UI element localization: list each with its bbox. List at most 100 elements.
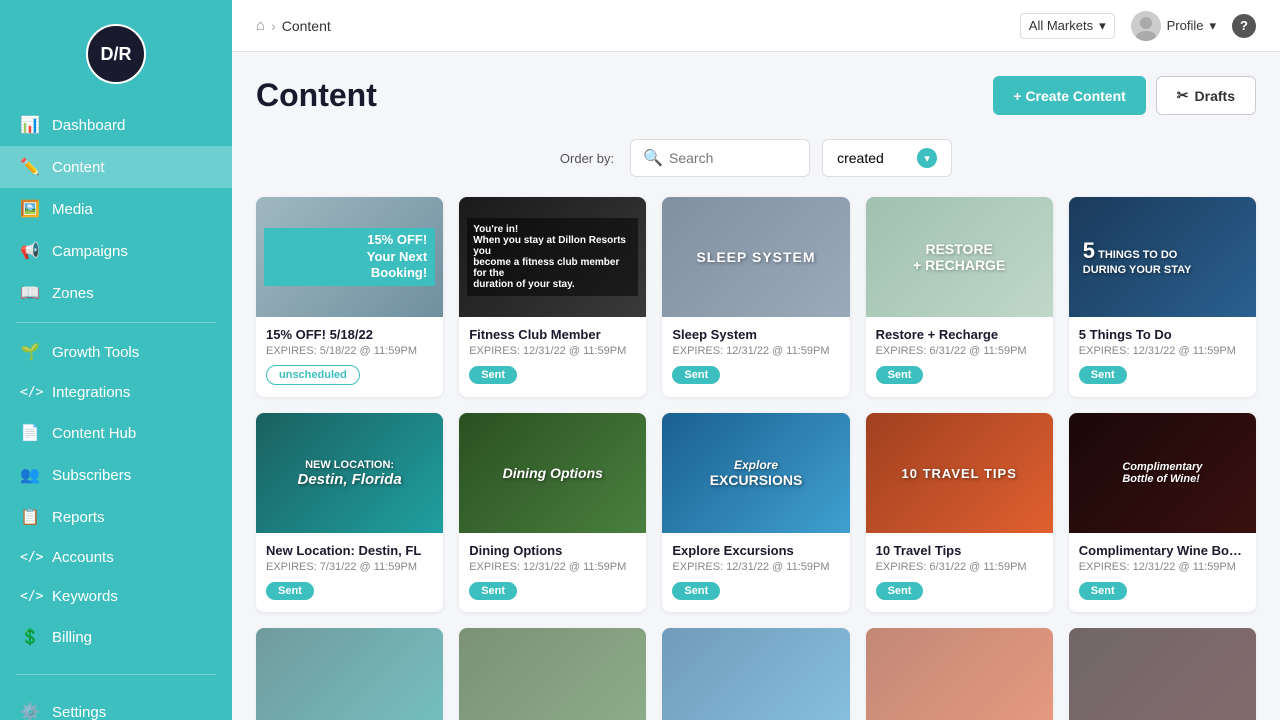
help-button[interactable]: ? — [1232, 14, 1256, 38]
content-card[interactable]: RESTORE+ RECHARGE Restore + Recharge EXP… — [866, 197, 1053, 397]
card-badge[interactable]: Sent — [469, 366, 517, 384]
zones-icon: 📖 — [20, 283, 40, 303]
card-thumbnail: SLEEP SYSTEM — [662, 197, 849, 317]
thumb-overlay: You're in!When you stay at Dillon Resort… — [459, 197, 646, 317]
breadcrumb-chevron: › — [271, 18, 276, 34]
card-body: 5 Things To Do EXPIRES: 12/31/22 @ 11:59… — [1069, 317, 1256, 396]
content-hub-icon: 📄 — [20, 423, 40, 443]
sidebar-item-label: Content Hub — [52, 425, 136, 442]
profile-button[interactable]: Profile ▾ — [1131, 11, 1216, 41]
sidebar-item-content[interactable]: ✏️ Content — [0, 146, 232, 188]
content-card[interactable]: 10 Travel Tips EXPIRES: 6/31/22 @ 11:59P… — [866, 628, 1053, 720]
sidebar-item-label: Campaigns — [52, 243, 128, 260]
content-card[interactable]: 5 THINGS TO DODURING YOUR STAY 5 Things … — [1069, 197, 1256, 397]
logo-circle: D/R — [86, 24, 146, 84]
create-content-button[interactable]: + Create Content — [993, 76, 1145, 115]
content-card[interactable]: Explore Excursions EXPIRES: 12/31/22 @ 1… — [662, 628, 849, 720]
avatar — [1131, 11, 1161, 41]
sidebar-bottom: ⚙️ Settings — [0, 683, 232, 720]
thumb-overlay: ExploreEXCURSIONS — [662, 413, 849, 533]
sidebar-item-content-hub[interactable]: 📄 Content Hub — [0, 412, 232, 454]
card-body: Restore + Recharge EXPIRES: 6/31/22 @ 11… — [866, 317, 1053, 396]
sidebar-item-zones[interactable]: 📖 Zones — [0, 272, 232, 314]
card-title: Sleep System — [672, 327, 839, 342]
card-thumbnail: 5 THINGS TO DODURING YOUR STAY — [1069, 197, 1256, 317]
content-card[interactable]: Dining Options EXPIRES: 12/31/22 @ 11:59… — [459, 628, 646, 720]
content-card[interactable]: New Location: Destin, FL EXPIRES: 7/31/2… — [256, 628, 443, 720]
content-card[interactable]: 10 TRAVEL TIPS 10 Travel Tips EXPIRES: 6… — [866, 413, 1053, 612]
card-badge[interactable]: Sent — [876, 366, 924, 384]
card-expires: EXPIRES: 12/31/22 @ 11:59PM — [469, 345, 636, 357]
search-icon: 🔍 — [643, 148, 663, 168]
home-icon[interactable]: ⌂ — [256, 17, 265, 34]
growth-tools-icon: 🌱 — [20, 342, 40, 362]
card-badge[interactable]: Sent — [469, 582, 517, 600]
filter-row: Order by: 🔍 created ▾ — [256, 139, 1256, 177]
card-badge[interactable]: Sent — [1079, 582, 1127, 600]
order-value: created — [837, 150, 884, 166]
content-card[interactable]: SLEEP SYSTEM Sleep System EXPIRES: 12/31… — [662, 197, 849, 397]
logo-text: D/R — [101, 44, 132, 65]
sidebar-item-label: Reports — [52, 509, 105, 526]
card-thumbnail — [1069, 628, 1256, 720]
settings-icon: ⚙️ — [20, 702, 40, 720]
content-card[interactable]: Dining Options Dining Options EXPIRES: 1… — [459, 413, 646, 612]
content-card[interactable]: NEW LOCATION:Destin, Florida New Locatio… — [256, 413, 443, 612]
card-thumbnail: 15% OFF!Your NextBooking! — [256, 197, 443, 317]
card-thumbnail: NEW LOCATION:Destin, Florida — [256, 413, 443, 533]
content-card[interactable]: ComplimentaryBottle of Wine! Complimenta… — [1069, 413, 1256, 612]
order-select[interactable]: created ▾ — [822, 139, 952, 177]
card-expires: EXPIRES: 7/31/22 @ 11:59PM — [266, 561, 433, 573]
search-box[interactable]: 🔍 — [630, 139, 810, 177]
media-icon: 🖼️ — [20, 199, 40, 219]
sidebar-item-integrations[interactable]: </> Integrations — [0, 373, 232, 412]
card-badge[interactable]: Sent — [1079, 366, 1127, 384]
card-thumbnail: RESTORE+ RECHARGE — [866, 197, 1053, 317]
search-input[interactable] — [669, 150, 797, 166]
card-title: 10 Travel Tips — [876, 543, 1043, 558]
sidebar-item-reports[interactable]: 📋 Reports — [0, 496, 232, 538]
drafts-button[interactable]: ✂ Drafts — [1156, 76, 1256, 115]
dashboard-icon: 📊 — [20, 115, 40, 135]
campaigns-icon: 📢 — [20, 241, 40, 261]
sidebar-item-label: Media — [52, 201, 93, 218]
card-badge[interactable]: Sent — [672, 582, 720, 600]
card-body: Dining Options EXPIRES: 12/31/22 @ 11:59… — [459, 533, 646, 612]
card-thumbnail: 10 TRAVEL TIPS — [866, 413, 1053, 533]
sidebar-item-label: Zones — [52, 285, 94, 302]
sidebar-item-label: Settings — [52, 704, 106, 720]
thumb-overlay: SLEEP SYSTEM — [662, 197, 849, 317]
page-header: Content + Create Content ✂ Drafts — [256, 76, 1256, 115]
card-body: New Location: Destin, FL EXPIRES: 7/31/2… — [256, 533, 443, 612]
sidebar-item-media[interactable]: 🖼️ Media — [0, 188, 232, 230]
card-body: Complimentary Wine Bottle EXPIRES: 12/31… — [1069, 533, 1256, 612]
billing-icon: 💲 — [20, 627, 40, 647]
help-label: ? — [1240, 18, 1248, 33]
sidebar-item-label: Content — [52, 159, 105, 176]
card-badge[interactable]: Sent — [876, 582, 924, 600]
sidebar-item-billing[interactable]: 💲 Billing — [0, 616, 232, 658]
card-title: Fitness Club Member — [469, 327, 636, 342]
reports-icon: 📋 — [20, 507, 40, 527]
content-card[interactable]: Complimentary Wine Bottle EXPIRES: 12/31… — [1069, 628, 1256, 720]
sidebar-item-settings[interactable]: ⚙️ Settings — [0, 691, 232, 720]
sidebar-item-growth-tools[interactable]: 🌱 Growth Tools — [0, 331, 232, 373]
market-select[interactable]: All Markets ▾ — [1020, 13, 1115, 39]
content-card[interactable]: You're in!When you stay at Dillon Resort… — [459, 197, 646, 397]
card-thumbnail — [256, 628, 443, 720]
card-badge[interactable]: Sent — [266, 582, 314, 600]
sidebar-item-dashboard[interactable]: 📊 Dashboard — [0, 104, 232, 146]
sidebar-item-subscribers[interactable]: 👥 Subscribers — [0, 454, 232, 496]
thumb-overlay: NEW LOCATION:Destin, Florida — [256, 413, 443, 533]
drafts-icon: ✂ — [1177, 87, 1189, 104]
sidebar-item-campaigns[interactable]: 📢 Campaigns — [0, 230, 232, 272]
sidebar-item-keywords[interactable]: </> Keywords — [0, 577, 232, 616]
card-badge[interactable]: Sent — [672, 366, 720, 384]
content-card[interactable]: ExploreEXCURSIONS Explore Excursions EXP… — [662, 413, 849, 612]
main-area: ⌂ › Content All Markets ▾ Profile ▾ ? — [232, 0, 1280, 720]
card-expires: EXPIRES: 12/31/22 @ 11:59PM — [1079, 345, 1246, 357]
header-actions: + Create Content ✂ Drafts — [993, 76, 1256, 115]
sidebar-item-accounts[interactable]: </> Accounts — [0, 538, 232, 577]
content-card[interactable]: 15% OFF!Your NextBooking! 15% OFF! 5/18/… — [256, 197, 443, 397]
card-badge[interactable]: unscheduled — [266, 365, 360, 385]
